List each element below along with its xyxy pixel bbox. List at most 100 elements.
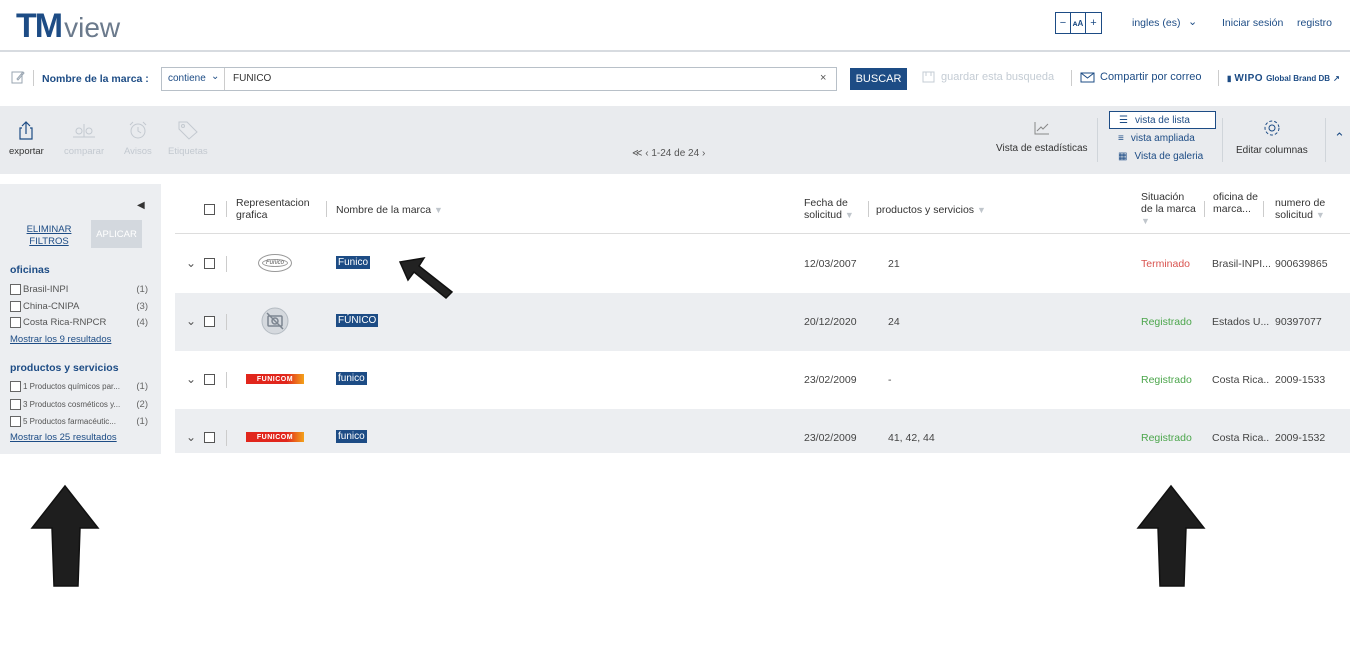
show-all-offices-link[interactable]: Mostrar los 9 resultados (10, 334, 111, 345)
column-number[interactable]: numero de solicitud ▼ (1275, 197, 1337, 221)
expanded-view-option[interactable]: ≡ vista ampliada (1109, 129, 1216, 147)
office-filter-count: (4) (136, 316, 148, 328)
font-increase-button[interactable]: + (1086, 13, 1101, 33)
application-number: 90397077 (1275, 316, 1322, 328)
checkbox[interactable] (10, 283, 21, 295)
column-name[interactable]: Nombre de la marca ▼ (336, 204, 443, 216)
office-filter-label: China-CNIPA (23, 300, 80, 312)
no-image-icon[interactable] (261, 307, 289, 335)
divider (1218, 70, 1219, 86)
share-email-button[interactable]: Compartir por correo (1080, 71, 1201, 83)
font-decrease-button[interactable]: − (1056, 13, 1071, 33)
checkbox[interactable] (10, 300, 21, 312)
expanded-view-label: vista ampliada (1130, 132, 1195, 144)
select-all-checkbox[interactable] (204, 204, 215, 215)
clear-filters-link[interactable]: ELIMINAR FILTROS (26, 224, 72, 248)
trademark-name[interactable]: Funico (336, 256, 371, 269)
labels-button[interactable]: Etiquetas (168, 120, 208, 157)
show-all-products-link[interactable]: Mostrar los 25 resultados (10, 432, 117, 443)
product-filter-count: (1) (136, 380, 148, 392)
font-size-control: − ᴀA + (1055, 12, 1102, 34)
product-filter-label: 3 Productos cosméticos y... (23, 399, 121, 409)
product-filter-item[interactable]: 1 Productos químicos par... (1) (10, 380, 148, 392)
column-date-label: Fecha de solicitud (804, 197, 848, 221)
divider (868, 201, 869, 217)
collapse-sidebar-icon[interactable]: ◀ (137, 200, 145, 211)
pagination[interactable]: ≪ ‹ 1-24 de 24 › (632, 148, 705, 159)
operator-select[interactable]: contiene (168, 73, 206, 84)
gallery-view-option[interactable]: ▦ Vista de galeria (1109, 147, 1216, 165)
annotation-arrow-icon (30, 484, 100, 587)
register-link[interactable]: registro (1297, 17, 1332, 29)
save-search-button[interactable]: guardar esta busqueda (922, 71, 1054, 83)
expand-row-icon[interactable]: ⌄ (186, 314, 196, 328)
application-number: 2009-1533 (1275, 374, 1326, 386)
checkbox[interactable] (10, 398, 21, 410)
trademark-image[interactable]: Funico (258, 254, 292, 272)
products-classes: - (888, 374, 892, 386)
compare-icon (73, 124, 96, 138)
alarm-clock-icon (129, 121, 147, 139)
status-badge: Terminado (1141, 258, 1191, 270)
edit-search-icon[interactable] (11, 70, 25, 84)
offices-filter-title: oficinas (10, 264, 50, 276)
trademark-image[interactable]: FUNICOM (246, 374, 304, 384)
product-filter-item[interactable]: 3 Productos cosméticos y... (2) (10, 398, 148, 410)
checkbox[interactable] (10, 380, 21, 392)
share-email-label: Compartir por correo (1100, 71, 1202, 83)
column-status[interactable]: Situación de la marca ▼ (1141, 191, 1197, 227)
trademark-name[interactable]: FÚNICO (336, 314, 379, 327)
checkbox[interactable] (10, 415, 21, 427)
edit-columns-label: Editar columnas (1236, 145, 1308, 156)
list-view-option[interactable]: ☰ vista de lista (1109, 111, 1216, 129)
language-selector[interactable]: ingles (es) (1132, 17, 1180, 29)
trademark-name[interactable]: funico (336, 372, 367, 385)
row-checkbox[interactable] (204, 258, 215, 269)
expand-row-icon[interactable]: ⌄ (186, 430, 196, 444)
search-input[interactable]: FUNICO (233, 73, 271, 84)
trademark-image[interactable]: FUNICOM (246, 432, 304, 442)
font-reset-button[interactable]: ᴀA (1071, 13, 1086, 33)
chevron-down-icon[interactable]: ⌄ (211, 71, 219, 82)
office-filter-item[interactable]: Brasil-INPI (1) (10, 283, 148, 295)
alerts-button[interactable]: Avisos (124, 120, 152, 157)
application-date: 23/02/2009 (804, 374, 857, 386)
product-filter-label: 5 Productos farmacéutic... (23, 416, 116, 426)
edit-columns-button[interactable]: Editar columnas (1236, 119, 1308, 156)
search-button[interactable]: BUSCAR (850, 68, 907, 90)
alerts-label: Avisos (124, 146, 152, 157)
row-checkbox[interactable] (204, 316, 215, 327)
chevron-down-icon[interactable]: ⌄ (1188, 15, 1197, 28)
login-link[interactable]: Iniciar sesión (1222, 17, 1283, 29)
column-products[interactable]: productos y servicios ▼ (876, 204, 986, 216)
trademark-name[interactable]: funico (336, 430, 367, 443)
row-checkbox[interactable] (204, 374, 215, 385)
wipo-db-label: Global Brand DB (1266, 74, 1331, 83)
export-button[interactable]: exportar (9, 120, 44, 157)
view-switcher: ☰ vista de lista ≡ vista ampliada ▦ Vist… (1109, 111, 1216, 165)
column-status-label: Situación de la marca (1141, 191, 1196, 215)
sort-icon: ▼ (1315, 210, 1325, 220)
product-filter-item[interactable]: 5 Productos farmacéutic... (1) (10, 415, 148, 427)
office: Brasil-INPI... (1212, 258, 1270, 270)
office-filter-item[interactable]: China-CNIPA (3) (10, 300, 148, 312)
compare-button[interactable]: comparar (64, 120, 104, 157)
column-office[interactable]: oficina de marca... (1213, 191, 1259, 215)
list-view-label: vista de lista (1134, 114, 1190, 126)
export-label: exportar (9, 146, 44, 157)
statistics-view-button[interactable]: Vista de estadísticas (996, 121, 1088, 154)
collapse-toolbar-icon[interactable]: ⌃ (1334, 130, 1345, 146)
office-filter-item[interactable]: Costa Rica-RNPCR (4) (10, 316, 148, 328)
wipo-global-brand-db-link[interactable]: ▮ WIPO Global Brand DB ↗ (1227, 73, 1340, 84)
column-name-label: Nombre de la marca (336, 204, 432, 216)
expand-row-icon[interactable]: ⌄ (186, 372, 196, 386)
row-checkbox[interactable] (204, 432, 215, 443)
column-date[interactable]: Fecha de solicitud ▼ (804, 197, 864, 221)
checkbox[interactable] (10, 316, 21, 328)
clear-search-icon[interactable]: × (820, 72, 826, 84)
expand-row-icon[interactable]: ⌄ (186, 256, 196, 270)
products-filter-title: productos y servicios (10, 362, 119, 374)
sort-icon: ▼ (1141, 216, 1150, 226)
apply-filters-button[interactable]: APLICAR (91, 220, 142, 248)
tmview-logo[interactable]: TM view (16, 6, 120, 46)
